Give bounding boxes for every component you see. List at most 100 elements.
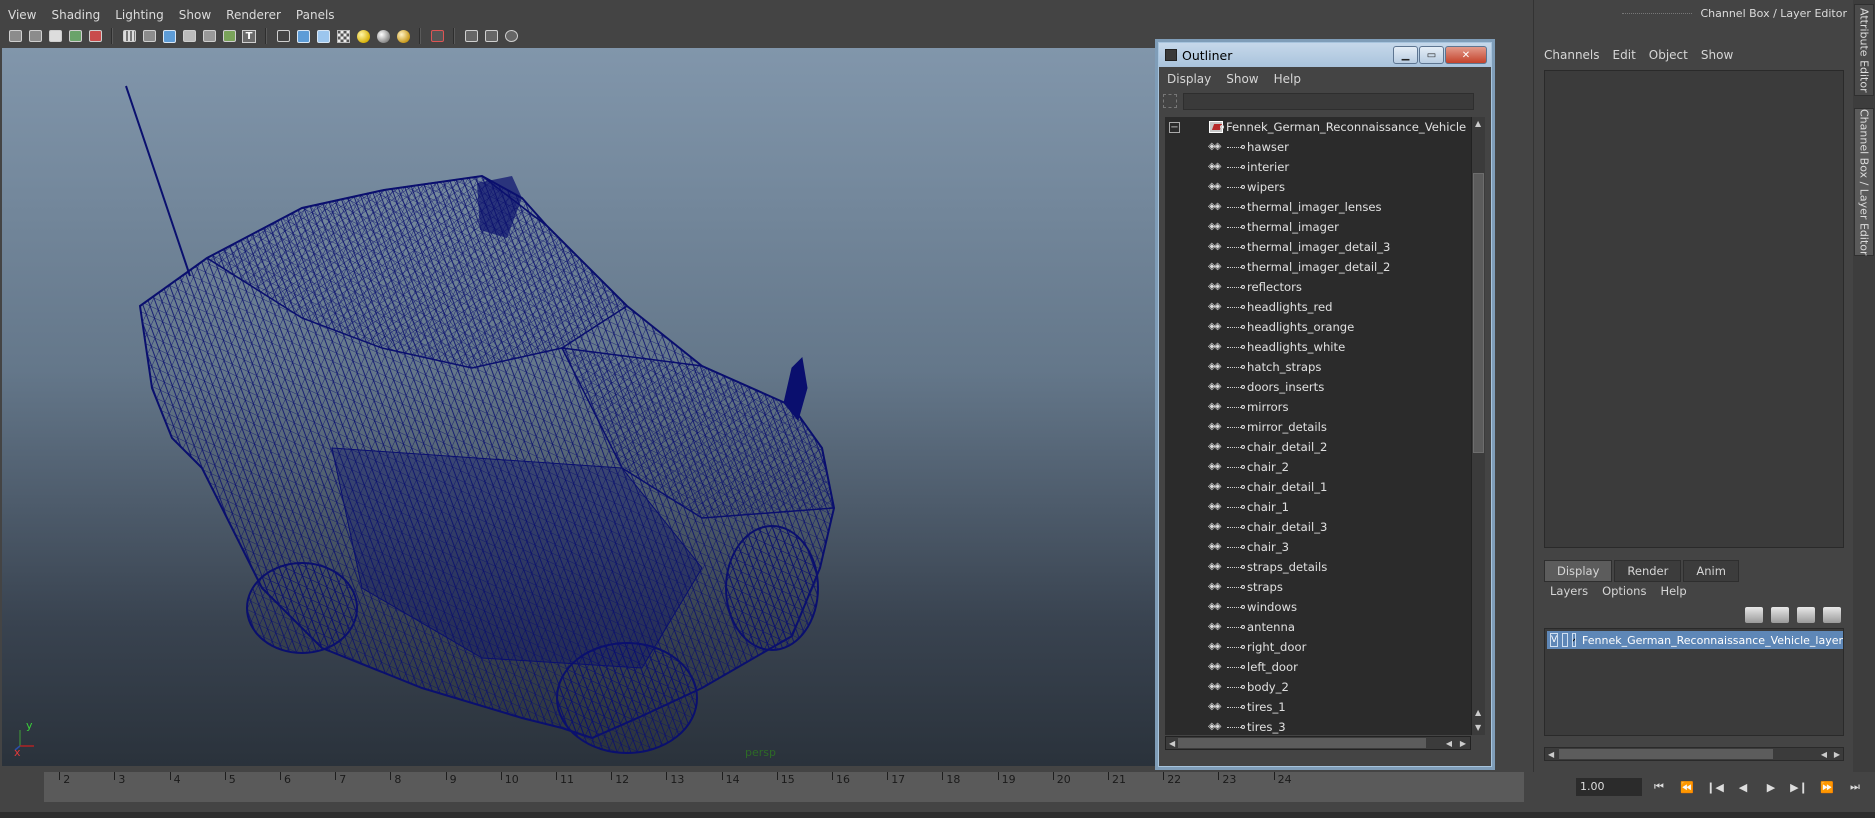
scroll-up-icon[interactable]: ▲: [1475, 119, 1481, 128]
wireframe-on-shaded-icon[interactable]: [314, 27, 332, 45]
scroll-right-icon[interactable]: ▶: [1460, 739, 1466, 748]
channel-menu-channels[interactable]: Channels: [1544, 48, 1600, 62]
outliner-item[interactable]: ◈◈ chair_2: [1165, 457, 1485, 477]
outliner-item[interactable]: ◈◈ mirror_details: [1165, 417, 1485, 437]
outliner-root-node[interactable]: − Fennek_German_Reconnaissance_Vehicle: [1165, 117, 1485, 137]
current-frame-field[interactable]: 1.00: [1576, 778, 1642, 796]
outliner-item[interactable]: ◈◈ thermal_imager_lenses: [1165, 197, 1485, 217]
wireframe-icon[interactable]: [274, 27, 292, 45]
tab-attribute-editor[interactable]: Attribute Editor: [1854, 4, 1874, 96]
outliner-menu-show[interactable]: Show: [1226, 72, 1258, 86]
isolate-select-icon[interactable]: [394, 27, 412, 45]
step-back-key-icon[interactable]: ⏪: [1676, 778, 1698, 796]
layer-horizontal-scrollbar[interactable]: ◀ ◀ ▶: [1544, 747, 1844, 761]
layer-menu-layers[interactable]: Layers: [1550, 584, 1588, 598]
tab-anim[interactable]: Anim: [1683, 560, 1739, 582]
outliner-item[interactable]: ◈◈ straps: [1165, 577, 1485, 597]
outliner-titlebar[interactable]: Outliner ▁ ▭ ✕: [1159, 43, 1491, 67]
shadows-icon[interactable]: [374, 27, 392, 45]
menu-show[interactable]: Show: [179, 8, 211, 22]
scrollbar-thumb[interactable]: [1178, 738, 1426, 748]
outliner-item[interactable]: ◈◈ tires_1: [1165, 697, 1485, 717]
outliner-item[interactable]: ◈◈ windows: [1165, 597, 1485, 617]
layer-row[interactable]: V Fennek_German_Reconnaissance_Vehicle_l…: [1547, 631, 1843, 649]
outliner-item[interactable]: ◈◈ headlights_red: [1165, 297, 1485, 317]
xray-joints-icon[interactable]: [462, 27, 480, 45]
step-back-frame-icon[interactable]: ❙◀: [1704, 778, 1726, 796]
move-layer-down-icon[interactable]: [1771, 607, 1789, 623]
filter-icon[interactable]: [1163, 94, 1177, 108]
play-forwards-icon[interactable]: ▶: [1760, 778, 1782, 796]
menu-lighting[interactable]: Lighting: [115, 8, 164, 22]
camera-attributes-icon[interactable]: [26, 27, 44, 45]
layer-menu-help[interactable]: Help: [1660, 584, 1686, 598]
outliner-item[interactable]: ◈◈ chair_detail_2: [1165, 437, 1485, 457]
outliner-item[interactable]: ◈◈ hawser: [1165, 137, 1485, 157]
layer-color-swatch[interactable]: [1571, 633, 1577, 647]
range-slider[interactable]: [0, 812, 1875, 818]
outliner-item[interactable]: ◈◈ wipers: [1165, 177, 1485, 197]
outliner-item[interactable]: ◈◈ right_door: [1165, 637, 1485, 657]
outliner-item[interactable]: ◈◈ body_2: [1165, 677, 1485, 697]
outliner-filter-input[interactable]: [1183, 92, 1474, 110]
layer-visibility-toggle[interactable]: V: [1550, 633, 1559, 647]
new-layer-icon[interactable]: [1797, 607, 1815, 623]
channel-list[interactable]: [1544, 70, 1844, 548]
step-forward-key-icon[interactable]: ⏩: [1816, 778, 1838, 796]
scroll-left-icon[interactable]: ◀: [1446, 739, 1452, 748]
outliner-item[interactable]: ◈◈ tires_3: [1165, 717, 1485, 735]
menu-shading[interactable]: Shading: [51, 8, 100, 22]
field-chart-icon[interactable]: [200, 27, 218, 45]
channel-menu-show[interactable]: Show: [1701, 48, 1733, 62]
scroll-left-icon[interactable]: ◀: [1169, 739, 1175, 748]
menu-panels[interactable]: Panels: [296, 8, 335, 22]
tab-render[interactable]: Render: [1614, 560, 1682, 582]
backface-culling-icon[interactable]: [482, 27, 500, 45]
time-slider[interactable]: 2 3 4 5 6 7 8 9 10 11 12 13 14 15 16 17 18 19 20 21 22 23 24: [44, 772, 1524, 802]
outliner-item[interactable]: ◈◈ chair_detail_3: [1165, 517, 1485, 537]
maximize-button[interactable]: ▭: [1419, 46, 1444, 64]
tab-channel-box-layer-editor[interactable]: Channel Box / Layer Editor: [1854, 108, 1874, 256]
bookmark-icon[interactable]: [46, 27, 64, 45]
grid-icon[interactable]: [120, 27, 138, 45]
outliner-item[interactable]: ◈◈ chair_1: [1165, 497, 1485, 517]
outliner-item[interactable]: ◈◈ headlights_white: [1165, 337, 1485, 357]
share-icon[interactable]: [502, 27, 520, 45]
scroll-right-icon[interactable]: ▶: [1834, 750, 1840, 759]
safe-action-icon[interactable]: [220, 27, 238, 45]
scrollbar-thumb[interactable]: [1559, 749, 1773, 759]
minimize-button[interactable]: ▁: [1393, 46, 1418, 64]
menu-renderer[interactable]: Renderer: [226, 8, 281, 22]
outliner-item[interactable]: ◈◈ mirrors: [1165, 397, 1485, 417]
new-layer-from-selected-icon[interactable]: [1823, 607, 1841, 623]
outliner-item[interactable]: ◈◈ thermal_imager_detail_2: [1165, 257, 1485, 277]
textured-icon[interactable]: [334, 27, 352, 45]
close-button[interactable]: ✕: [1445, 46, 1487, 64]
image-plane-icon[interactable]: [66, 27, 84, 45]
3d-viewport[interactable]: persp y x: [2, 48, 1156, 766]
camera-icon[interactable]: [6, 27, 24, 45]
outliner-item[interactable]: ◈◈ interier: [1165, 157, 1485, 177]
outliner-item[interactable]: ◈◈ left_door: [1165, 657, 1485, 677]
outliner-item[interactable]: ◈◈ headlights_orange: [1165, 317, 1485, 337]
resolution-gate-icon[interactable]: [160, 27, 178, 45]
outliner-item[interactable]: ◈◈ chair_detail_1: [1165, 477, 1485, 497]
menu-view[interactable]: View: [8, 8, 36, 22]
go-to-end-icon[interactable]: ⏭: [1844, 778, 1866, 796]
step-forward-frame-icon[interactable]: ▶❙: [1788, 778, 1810, 796]
gate-mask-icon[interactable]: [180, 27, 198, 45]
use-all-lights-icon[interactable]: [354, 27, 372, 45]
layer-menu-options[interactable]: Options: [1602, 584, 1646, 598]
outliner-tree[interactable]: − Fennek_German_Reconnaissance_Vehicle ◈◈ h…: [1165, 117, 1485, 735]
collapse-icon[interactable]: −: [1169, 121, 1180, 133]
scrollbar-thumb[interactable]: [1473, 173, 1484, 453]
outliner-item[interactable]: ◈◈ thermal_imager_detail_3: [1165, 237, 1485, 257]
outliner-menu-display[interactable]: Display: [1167, 72, 1211, 86]
xray-icon[interactable]: [428, 27, 446, 45]
layer-type-toggle[interactable]: [1562, 633, 1568, 647]
move-layer-up-icon[interactable]: [1745, 607, 1763, 623]
outliner-item[interactable]: ◈◈ straps_details: [1165, 557, 1485, 577]
scroll-left-icon[interactable]: ◀: [1821, 750, 1827, 759]
outliner-item[interactable]: ◈◈ reflectors: [1165, 277, 1485, 297]
go-to-start-icon[interactable]: ⏮: [1648, 778, 1670, 796]
